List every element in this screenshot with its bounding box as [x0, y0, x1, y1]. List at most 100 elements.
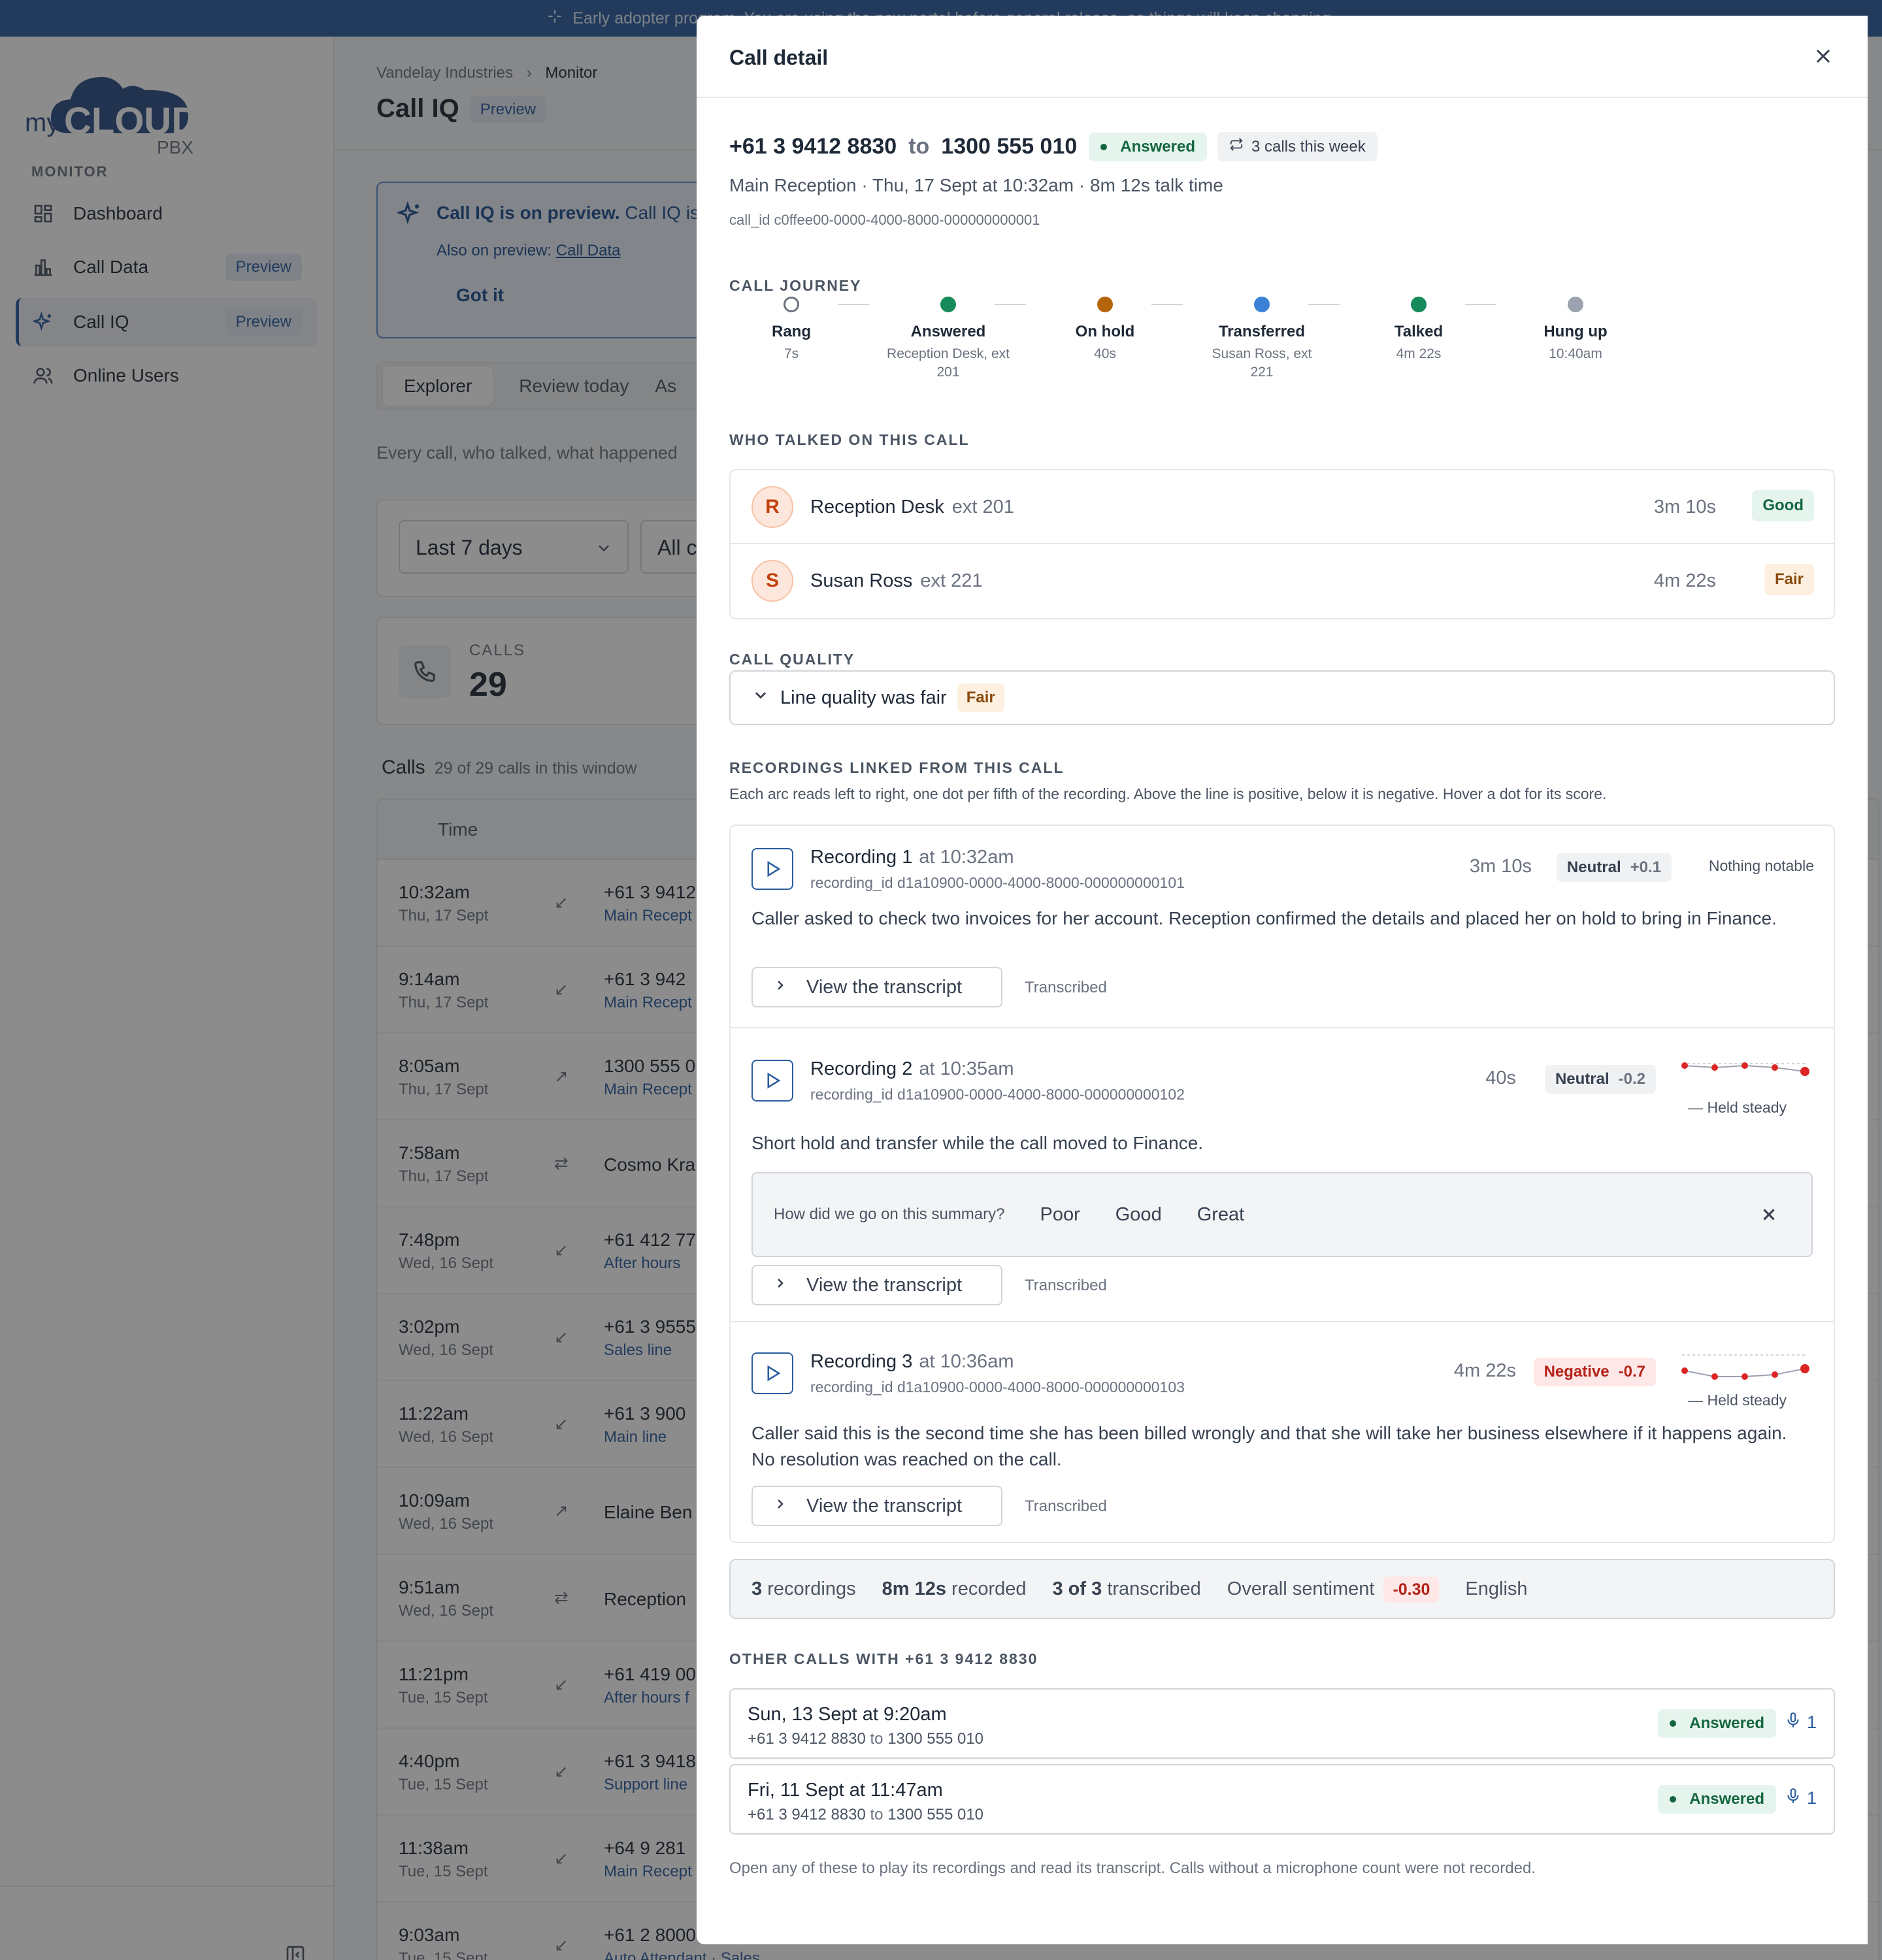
other-call-item[interactable]: Sun, 13 Sept at 9:20am +61 3 9412 8830 t… [729, 1688, 1835, 1759]
arc-point[interactable] [1772, 1371, 1778, 1378]
summary-transcribed: 3 of 3 transcribed [1053, 1578, 1201, 1600]
play-icon[interactable] [751, 1352, 793, 1394]
call-detail-panel: Call detail +61 3 9412 8830 to 1300 555 … [697, 16, 1868, 1944]
talker-name: Reception Desk ext 201 [810, 497, 1014, 518]
chevron-down-icon [751, 686, 770, 710]
repeat-calls-badge[interactable]: 3 calls this week [1217, 132, 1378, 161]
feedback-good-button[interactable]: Good [1115, 1204, 1162, 1226]
journey-step: On hold 40s [1043, 297, 1167, 363]
feedback-poor-button[interactable]: Poor [1040, 1204, 1080, 1226]
journey-dot [1254, 297, 1270, 312]
quality-badge: Fair [957, 683, 1004, 712]
to-word: to [870, 1730, 883, 1748]
view-transcript-button[interactable]: View the transcript [751, 1265, 1002, 1305]
journey-step: Answered Reception Desk, ext 201 [886, 297, 1010, 382]
status-text: Answered [1689, 1790, 1764, 1808]
recording-duration: 4m 22s [1453, 1360, 1516, 1381]
arc-point[interactable] [1742, 1373, 1748, 1380]
recording-name: Recording 2 [810, 1058, 913, 1079]
journey-step-name: Talked [1394, 323, 1444, 340]
sentiment-badge: Neutral +0.1 [1556, 853, 1672, 882]
summary-recorded-word: recorded [951, 1578, 1027, 1599]
status-badge: Answered [1658, 1785, 1776, 1814]
summary-recordings: 3 recordings [751, 1578, 856, 1600]
view-transcript-button[interactable]: View the transcript [751, 1486, 1002, 1526]
line-quality-toggle[interactable]: Line quality was fair Fair [729, 670, 1835, 725]
play-icon[interactable] [751, 1060, 793, 1102]
held-steady-label: — Held steady [1688, 1392, 1787, 1409]
play-icon[interactable] [751, 848, 793, 890]
journey-step-name: On hold [1075, 323, 1135, 340]
avatar: R [751, 486, 793, 528]
arc-point[interactable] [1681, 1367, 1688, 1374]
other-call-date: Sun, 13 Sept at 9:20am [748, 1704, 947, 1725]
journey-connector [995, 304, 1026, 305]
journey-connector [1465, 304, 1496, 305]
quality-badge: Fair [1764, 564, 1814, 595]
arc-point[interactable] [1711, 1064, 1718, 1071]
feedback-great-button[interactable]: Great [1197, 1204, 1245, 1226]
status-text: Answered [1120, 137, 1195, 155]
talker-duration: 4m 22s [1653, 570, 1716, 591]
recording-time: at 10:35am [919, 1058, 1014, 1079]
arc-point[interactable] [1742, 1062, 1748, 1069]
journey-step: Talked 4m 22s [1357, 297, 1481, 363]
sentiment-badge: Neutral -0.2 [1544, 1065, 1656, 1094]
journey-step-detail: 7s [784, 346, 799, 361]
recording-count-value: 1 [1806, 1712, 1817, 1732]
arc-point[interactable] [1800, 1067, 1809, 1076]
recording-summary: Short hold and transfer while the call m… [751, 1133, 1204, 1153]
journey-connector [1151, 304, 1183, 305]
journey-dot [1411, 297, 1427, 312]
held-steady-text: Held steady [1707, 1099, 1787, 1116]
arc-point[interactable] [1772, 1064, 1778, 1071]
talkers-heading: WHO TALKED ON THIS CALL [729, 431, 970, 448]
recording-summary: Caller said this is the second time she … [751, 1423, 1787, 1469]
recording-name: Recording 1 [810, 847, 913, 868]
status-text: Answered [1689, 1714, 1764, 1732]
other-call-to: 1300 555 010 [887, 1730, 984, 1748]
other-call-from: +61 3 9412 8830 [748, 1730, 866, 1748]
arc-point[interactable] [1681, 1062, 1688, 1069]
arc-point[interactable] [1800, 1364, 1809, 1373]
journey-step-detail: Reception Desk, ext 201 [887, 346, 1010, 380]
view-transcript-button[interactable]: View the transcript [751, 967, 1002, 1007]
quality-heading: CALL QUALITY [729, 651, 855, 668]
other-call-date: Fri, 11 Sept at 11:47am [748, 1780, 943, 1801]
journey-step: Hung up 10:40am [1513, 297, 1638, 363]
recording-time: at 10:32am [919, 847, 1014, 868]
held-steady-label: — Held steady [1688, 1099, 1787, 1116]
recordings-description: Each arc reads left to right, one dot pe… [729, 785, 1607, 802]
call-journey: Rang 7s Answered Reception Desk, ext 201 On … [729, 297, 1644, 401]
repeat-icon [1229, 137, 1244, 156]
journey-step-name: Rang [772, 323, 811, 340]
to-word: to [908, 134, 930, 159]
chevron-right-icon [772, 977, 788, 998]
journey-step-detail: 4m 22s [1396, 346, 1442, 361]
recording-note: Nothing notable [1708, 857, 1814, 874]
other-call-item[interactable]: Fri, 11 Sept at 11:47am +61 3 9412 8830 … [729, 1764, 1835, 1835]
recording-item: Recording 2 at 10:35am recording_id d1a10… [731, 1028, 1834, 1322]
view-transcript-label: View the transcript [806, 1495, 963, 1516]
talker-name-text: Susan Ross [810, 570, 913, 591]
repeat-text: 3 calls this week [1251, 137, 1366, 155]
summary-sentiment: Overall sentiment -0.30 [1227, 1576, 1440, 1603]
talker-ext: ext 201 [951, 497, 1014, 517]
to-number: 1300 555 010 [941, 134, 1078, 159]
line-quality-label: Line quality was fair [780, 687, 947, 708]
sentiment-badge: Negative -0.7 [1533, 1358, 1656, 1386]
journey-step-detail: 40s [1094, 346, 1116, 361]
status-badge: Answered [1089, 132, 1207, 161]
summary-recordings-word: recordings [767, 1578, 856, 1599]
call-summary-line: +61 3 9412 8830 to 1300 555 010 Answered… [729, 132, 1378, 161]
journey-dot [940, 297, 956, 312]
sentiment-label: Negative [1544, 1363, 1610, 1380]
arc-point[interactable] [1711, 1373, 1718, 1380]
close-icon[interactable] [1811, 44, 1835, 68]
close-icon[interactable] [1759, 1205, 1779, 1224]
other-call-route: +61 3 9412 8830 to 1300 555 010 [748, 1806, 983, 1824]
other-calls-heading: OTHER CALLS WITH +61 3 9412 8830 [729, 1650, 1038, 1667]
recording-id: recording_id d1a10900-0000-4000-8000-000… [810, 1086, 1185, 1103]
talker-duration: 3m 10s [1653, 497, 1716, 517]
journey-step: Transferred Susan Ross, ext 221 [1200, 297, 1324, 382]
